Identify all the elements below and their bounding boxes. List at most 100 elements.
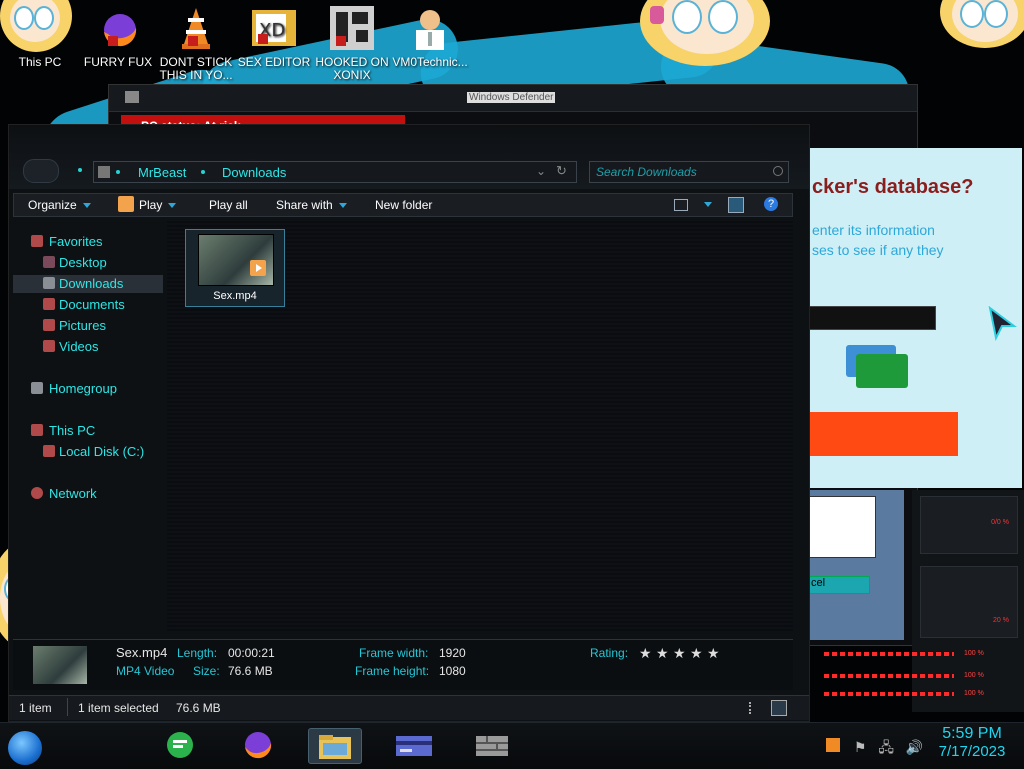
nav-item-homegroup[interactable]: Homegroup	[13, 380, 163, 398]
taskbar-app-card[interactable]	[388, 728, 440, 762]
details-rating-label: Rating:	[590, 646, 629, 660]
this-pc-icon	[16, 4, 64, 52]
file-explorer-window[interactable]: MrBeast Downloads ⌄ ↻ Search Downloads O…	[8, 124, 810, 722]
taskbar-clock[interactable]: 5:59 PM 7/17/2023	[932, 725, 1012, 760]
nav-item-label: This PC	[49, 423, 96, 438]
taskbar-app-firefox[interactable]	[232, 728, 284, 762]
popup-cancel-button[interactable]: cel	[808, 576, 870, 594]
nav-item-label: Homegroup	[49, 381, 117, 396]
nav-item-favorites[interactable]: Favorites	[13, 233, 163, 251]
details-thumbnail	[33, 646, 87, 684]
new-folder-button[interactable]: New folder	[375, 198, 432, 212]
desktop-icon-sex-editor[interactable]: XD SEX EDITOR	[236, 4, 312, 69]
nav-item-documents[interactable]: Documents	[13, 296, 163, 314]
desktop-icon-label: FURRY FUX	[83, 55, 153, 69]
nav-item-this-pc[interactable]: This PC	[13, 422, 163, 440]
details-frame-height: 1080	[439, 664, 466, 678]
search-input[interactable]: Search Downloads	[589, 161, 789, 183]
network-icon	[31, 487, 43, 499]
desktop-icon-vlc[interactable]: DONT STICK THIS IN YO...	[158, 4, 234, 82]
popup-text-line1: enter its information	[812, 222, 935, 238]
file-item[interactable]: Sex.mp4	[185, 229, 285, 307]
status-divider	[67, 698, 68, 716]
share-with-button[interactable]: Share with	[276, 198, 347, 212]
popup-dialog: cel	[808, 490, 904, 640]
defender-titlebar[interactable]: Windows Defender	[109, 85, 917, 112]
details-frame-height-label: Frame height:	[355, 664, 430, 678]
address-bar[interactable]: MrBeast Downloads ⌄ ↻	[93, 161, 577, 183]
downloads-icon	[43, 277, 55, 289]
recent-pages-icon[interactable]	[78, 168, 82, 172]
file-list[interactable]: Sex.mp4	[167, 221, 793, 631]
rating-star[interactable]: ★	[673, 645, 686, 662]
popup-submit-button[interactable]	[808, 412, 958, 456]
star-icon	[31, 235, 43, 247]
taskbar-app-feedly[interactable]	[156, 728, 208, 762]
status-selected-size: 76.6 MB	[176, 701, 221, 715]
rating-star[interactable]: ★	[639, 645, 652, 662]
nav-item-local-disk[interactable]: Local Disk (C:)	[13, 443, 163, 461]
status-bar: 1 item 1 item selected 76.6 MB	[9, 695, 809, 720]
documents-icon	[43, 298, 55, 310]
rating-star[interactable]: ★	[707, 645, 720, 662]
rating-star[interactable]: ★	[690, 645, 703, 662]
nav-item-network[interactable]: Network	[13, 485, 163, 503]
chevron-down-icon	[168, 203, 177, 209]
gadget-bars: 100 % 100 % 100 %	[814, 642, 1014, 704]
nav-item-label: Documents	[59, 297, 125, 312]
breadcrumb-mrbeast[interactable]: MrBeast	[138, 165, 186, 180]
preview-pane-icon[interactable]	[728, 197, 744, 213]
rating-star[interactable]: ★	[656, 645, 669, 662]
start-button[interactable]	[8, 731, 42, 765]
gadget-readout: 20 %	[993, 617, 1009, 624]
gadget-readout: 100 %	[964, 690, 984, 697]
play-all-button[interactable]: Play all	[209, 198, 248, 212]
organize-button[interactable]: Organize	[28, 198, 91, 212]
details-view-icon[interactable]	[749, 702, 755, 714]
vlc-icon	[172, 4, 220, 52]
nav-item-label: Local Disk (C:)	[59, 444, 145, 459]
back-forward-button[interactable]	[23, 159, 59, 183]
clock-time: 5:59 PM	[942, 725, 1002, 742]
details-frame-width-label: Frame width:	[359, 646, 429, 660]
nav-item-label: Desktop	[59, 255, 107, 270]
folder-icon	[98, 166, 110, 178]
taskbar-app-wall[interactable]	[466, 728, 518, 762]
videos-icon	[43, 340, 55, 352]
nav-item-downloads[interactable]: Downloads	[13, 275, 163, 293]
taskbar-app-file-explorer[interactable]	[308, 728, 362, 764]
nav-item-desktop[interactable]: Desktop	[13, 254, 163, 272]
video-badge-icon	[250, 260, 266, 276]
view-dropdown-icon[interactable]	[698, 197, 712, 211]
play-button[interactable]: Play	[139, 198, 177, 212]
details-frame-width: 1920	[439, 646, 466, 660]
desktop-icon-furry-fux[interactable]: FURRY FUX	[80, 4, 156, 69]
file-name: Sex.mp4	[213, 290, 257, 302]
popup-dialog-pane	[808, 496, 876, 558]
popup-heading: cker's database?	[812, 176, 974, 198]
network-tray-icon[interactable]: 🖧	[878, 739, 894, 755]
desktop-icon-this-pc[interactable]: This PC	[2, 4, 78, 69]
desktop-icon-label: HOOKED ON XONIX	[315, 55, 389, 82]
desktop-icon-hooked-on-xonix[interactable]: HOOKED ON XONIX	[314, 4, 390, 82]
nav-item-pictures[interactable]: Pictures	[13, 317, 163, 335]
file-explorer-icon	[319, 735, 351, 759]
refresh-icon[interactable]: ↻	[556, 163, 567, 179]
chevron-down-icon	[338, 203, 347, 209]
help-icon[interactable]: ?	[764, 197, 778, 211]
volume-icon[interactable]: 🔊	[906, 739, 923, 755]
address-dropdown-icon[interactable]: ⌄	[536, 164, 546, 178]
tray-app-icon[interactable]	[826, 738, 840, 752]
popup-input[interactable]	[808, 306, 936, 330]
action-center-icon[interactable]: ⚑	[854, 739, 867, 755]
status-selected: 1 item selected	[78, 701, 159, 715]
details-length-label: Length:	[177, 646, 218, 660]
desktop-icon-vm0technic[interactable]: VM0Technic...	[392, 4, 468, 69]
breadcrumb-downloads[interactable]: Downloads	[222, 165, 286, 180]
desktop-icon-label: SEX EDITOR	[237, 55, 311, 69]
view-options-icon[interactable]	[674, 199, 688, 211]
system-tray: ⚑ 🖧 🔊	[826, 737, 923, 761]
large-icons-view-icon[interactable]	[771, 700, 787, 716]
nav-item-videos[interactable]: Videos	[13, 338, 163, 356]
navigation-pane: Favorites Desktop Downloads Documents Pi…	[13, 221, 165, 631]
